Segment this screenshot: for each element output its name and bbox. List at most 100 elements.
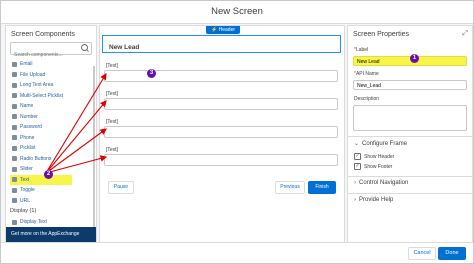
header-badge: ⚡ Header <box>206 26 241 34</box>
password-icon <box>12 124 17 130</box>
component-item-text[interactable]: Text <box>10 174 72 185</box>
name-icon <box>12 103 17 109</box>
text-field-label-2: [Text] <box>106 91 118 97</box>
show-footer-label: Show Footer <box>364 163 393 170</box>
text-icon <box>12 177 17 183</box>
description-label: Description <box>354 96 380 102</box>
api-name-label-text: API Name <box>355 71 379 77</box>
component-item-number[interactable]: Number <box>6 112 96 123</box>
component-item-multi-select-picklist[interactable]: Multi-Select Picklist <box>6 91 96 102</box>
done-button[interactable]: Done <box>438 247 466 260</box>
component-item-password[interactable]: Password <box>6 122 96 133</box>
component-item-label: Long Text Area <box>20 82 54 88</box>
component-item-toggle[interactable]: Toggle <box>6 185 96 196</box>
previous-button[interactable]: Previous <box>275 181 305 194</box>
text-field-label-4: [Text] <box>106 147 118 153</box>
component-item-label: Slider <box>20 166 33 172</box>
component-item-label: Toggle <box>20 187 35 193</box>
component-item-label: Text <box>20 176 30 183</box>
picklist-icon <box>12 145 17 151</box>
component-item-phone[interactable]: Phone <box>6 133 96 144</box>
search-icon <box>81 44 88 51</box>
text-field-4[interactable] <box>104 154 338 166</box>
component-item-url[interactable]: URL <box>6 196 96 207</box>
configure-frame-section[interactable]: ⌄ Configure Frame <box>354 140 407 147</box>
chevron-down-icon: ⌄ <box>354 141 360 147</box>
properties-panel-title: Screen Properties <box>353 31 410 38</box>
email-icon <box>12 61 17 67</box>
number-icon <box>12 114 17 120</box>
toggle-icon <box>12 187 17 193</box>
screen-canvas: ⚡ Header New Lead [Text] [Text] [Text] [… <box>99 25 345 243</box>
component-item-label: Display Text <box>20 219 47 225</box>
text-field-2[interactable] <box>104 98 338 110</box>
screen-components-panel: Screen Components Email File Upload Long T… <box>5 25 97 243</box>
control-navigation-section[interactable]: › Control Navigation <box>354 180 408 186</box>
display-text-icon <box>12 219 17 225</box>
show-footer-checkbox[interactable]: ✓ Show Footer <box>354 163 392 170</box>
radio-icon <box>12 156 17 162</box>
multiselect-icon <box>12 93 17 99</box>
component-item-radio-buttons[interactable]: Radio Buttons <box>6 154 96 165</box>
checkbox-checked-icon: ✓ <box>354 163 361 170</box>
modal-title: New Screen <box>1 1 473 24</box>
text-field-3[interactable] <box>104 126 338 138</box>
component-item-label: Name <box>20 103 34 109</box>
chevron-right-icon: › <box>354 197 356 203</box>
label-field-label: *Label <box>354 47 368 53</box>
component-item-name[interactable]: Name <box>6 101 96 112</box>
modal-footer: Cancel Done <box>1 242 473 263</box>
configure-frame-title: Configure Frame <box>362 141 408 147</box>
divider <box>348 193 472 194</box>
screen-header-title: New Lead <box>109 44 140 51</box>
text-field-1[interactable] <box>104 70 338 82</box>
annotation-badge-1: 1 <box>410 54 419 63</box>
checkbox-checked-icon: ✓ <box>354 153 361 160</box>
annotation-badge-2: 2 <box>44 170 53 179</box>
appexchange-link[interactable]: Get more on the AppExchange <box>6 227 96 242</box>
component-item-label: Password <box>20 124 42 130</box>
finish-button[interactable]: Finish <box>308 181 336 194</box>
provide-help-section[interactable]: › Provide Help <box>354 197 393 203</box>
screen-editor-modal: New Screen Screen Components Email File U… <box>0 0 474 264</box>
component-item-label: Picklist <box>20 145 36 151</box>
screen-header[interactable]: New Lead <box>102 35 341 53</box>
phone-icon <box>12 135 17 141</box>
component-item-label: Phone <box>20 134 35 141</box>
label-field-label-text: Label <box>355 47 369 53</box>
search-box[interactable] <box>10 42 92 61</box>
component-item-picklist[interactable]: Picklist <box>6 143 96 154</box>
component-item-display-text[interactable]: Display Text <box>6 217 96 228</box>
provide-help-title: Provide Help <box>359 197 394 203</box>
textarea-icon <box>12 82 17 88</box>
header-badge-label: Header <box>218 27 236 33</box>
component-item-long-text-area[interactable]: Long Text Area <box>6 80 96 91</box>
component-item-file-upload[interactable]: File Upload <box>6 70 96 81</box>
divider <box>348 176 472 177</box>
api-name-input[interactable]: New_Lead <box>353 80 467 90</box>
cancel-button[interactable]: Cancel <box>408 247 436 260</box>
url-icon <box>12 198 17 204</box>
bolt-icon: ⚡ <box>211 27 218 33</box>
component-item-label: Email <box>20 61 33 67</box>
component-item-label: URL <box>20 197 31 204</box>
control-navigation-title: Control Navigation <box>359 180 409 186</box>
component-item-label: Radio Buttons <box>20 155 52 162</box>
annotation-badge-3: 3 <box>147 69 156 78</box>
expand-icon[interactable]: ⤢ <box>462 30 468 38</box>
text-field-label-1: [Text] <box>106 63 118 69</box>
component-item-label: Multi-Select Picklist <box>20 92 64 99</box>
api-name-field-label: *API Name <box>354 71 379 77</box>
component-item-email[interactable]: Email <box>6 59 96 70</box>
chevron-right-icon: › <box>354 180 356 186</box>
show-header-label: Show Header <box>364 153 395 160</box>
components-scrollbar[interactable] <box>93 66 95 236</box>
show-header-checkbox[interactable]: ✓ Show Header <box>354 153 394 160</box>
description-textarea[interactable] <box>353 105 467 131</box>
pause-button[interactable]: Pause <box>108 181 134 194</box>
display-group-header[interactable]: Display (1) <box>6 206 96 217</box>
components-list: Email File Upload Long Text Area Multi-Sele… <box>6 59 96 228</box>
component-item-label: Number <box>20 113 38 120</box>
component-item-label: File Upload <box>20 71 46 78</box>
upload-icon <box>12 72 17 78</box>
